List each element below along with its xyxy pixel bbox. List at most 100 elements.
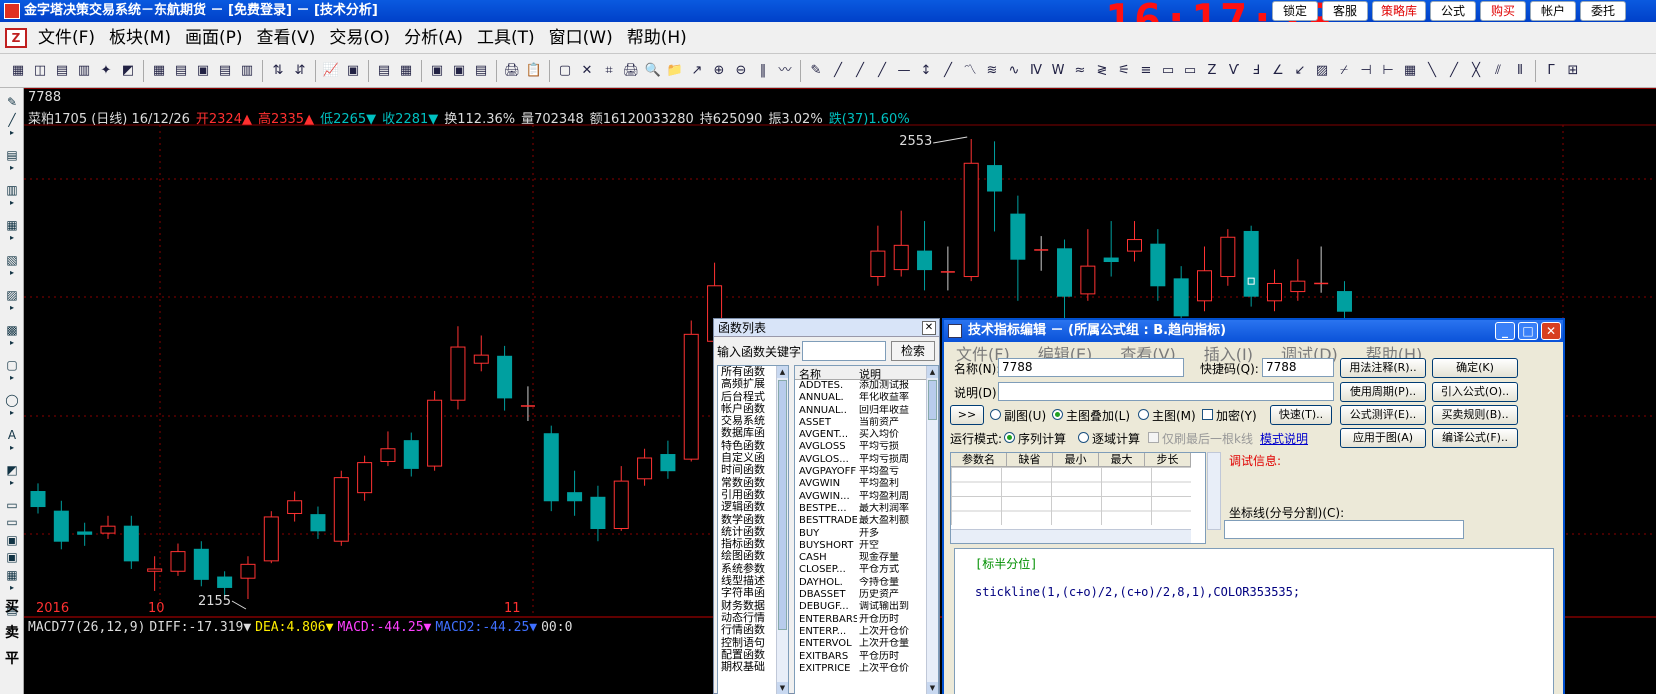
radio-sub-chart[interactable] [990,409,1001,420]
expand-button[interactable]: >> [950,405,984,425]
param-hscrollbar[interactable] [951,529,1191,543]
radio-main-overlay[interactable] [1052,409,1063,420]
function-row[interactable]: AVGWIN 平均盈利 [795,478,938,490]
category-item[interactable]: 配置函数 [718,649,776,661]
toolbar-tool-icon[interactable]: ╱ [850,61,870,81]
toolbar-tool-icon[interactable]: ⌗ [599,61,619,81]
toolbar-tool-icon[interactable]: 〽 [960,61,980,81]
toolbar-tool-icon[interactable]: ∿ [1004,61,1024,81]
formula-code-editor[interactable]: [标半分位] stickline(1,(c+o)/2,(c+o)/2,8,1),… [954,548,1554,694]
toolbar-tool-icon[interactable]: ≈ [1070,61,1090,81]
left-tool-icon[interactable]: ◯ [3,392,21,408]
toolbar-tool-icon[interactable]: ⫽ [1488,61,1508,81]
function-row[interactable]: DAYHOL. 今持仓量 [795,577,938,589]
category-scrollbar[interactable]: ▲ ▼ [776,366,788,694]
toolbar-tool-icon[interactable]: ▣ [343,61,363,81]
radio-series-mode[interactable] [1004,432,1015,443]
function-row[interactable]: ENTERVOL 上次开仓量 [795,638,938,650]
left-tool-icon[interactable]: ▸ [3,409,21,417]
function-row[interactable]: AVGPAYOFF 平均盈亏 [795,466,938,478]
mode-help-link[interactable]: 模式说明 [1260,430,1308,447]
function-row[interactable]: ANNUAL.. 回归年收益 [795,405,938,417]
toolbar-tool-icon[interactable]: Ⅎ [1246,61,1266,81]
toolbar-tool-icon[interactable]: ⚟ [1114,61,1134,81]
category-item[interactable]: 系统参数 [718,563,776,575]
menu-item[interactable]: 工具(T) [477,28,535,48]
scroll-thumb[interactable] [778,380,787,630]
toolbar-tool-icon[interactable]: ▢ [555,61,575,81]
compile-formula-button[interactable]: 编译公式(F).. [1432,428,1518,448]
toolbar-tool-icon[interactable]: ▤ [171,61,191,81]
left-tool-icon[interactable]: ▩ [3,322,21,338]
left-tool-icon[interactable]: ╱ [3,112,21,128]
toolbar-tool-icon[interactable]: 〰 [775,61,795,81]
toolbar-tool-icon[interactable]: Ζ [1202,61,1222,81]
category-item[interactable]: 帐户函数 [718,403,776,415]
minimize-icon[interactable]: _ [1495,322,1515,340]
category-item[interactable]: 引用函数 [718,489,776,501]
scroll-down-icon[interactable]: ▼ [927,682,938,694]
left-tool-icon[interactable]: ▸ [3,304,21,312]
category-item[interactable]: 绘图函数 [718,550,776,562]
left-tool-icon[interactable]: ▸ [3,129,21,137]
left-tool-icon[interactable]: ▥ [3,182,21,198]
toolbar-tool-icon[interactable]: ⇵ [290,61,310,81]
parameter-table[interactable]: 参数名 缺省 最小 最大 步长 [950,452,1206,544]
radio-main-chart[interactable] [1138,409,1149,420]
maximize-icon[interactable]: □ [1518,322,1538,340]
menu-item[interactable]: 交易(O) [329,28,390,48]
top-button[interactable]: 客服 [1322,1,1368,21]
left-tool-icon[interactable]: ▸ [3,479,21,487]
scroll-down-icon[interactable]: ▼ [777,682,788,694]
import-formula-button[interactable]: 引入公式(O).. [1432,382,1518,402]
top-button[interactable]: 公式 [1430,1,1477,21]
function-row[interactable]: CLOSEP... 平仓方式 [795,564,938,576]
ok-button[interactable]: 确定(K) [1432,358,1518,378]
top-button[interactable]: 帐户 [1530,1,1577,21]
left-tool-icon[interactable]: ▧ [3,252,21,268]
toolbar-tool-icon[interactable]: ╱ [938,61,958,81]
function-row[interactable]: AVGWIN... 平均盈利周 [795,491,938,503]
function-row[interactable]: EXITBARS 平仓历时 [795,651,938,663]
evaluate-formula-button[interactable]: 公式测评(E).. [1340,405,1426,425]
function-row[interactable]: BESTPE... 最大利润率 [795,503,938,515]
menu-item[interactable]: 画面(P) [185,28,243,48]
category-list[interactable]: 所有函数 高频扩展 后台程式 帐户函数 交易系统 数据库函 特色函数 自定义函 时间函数 常数函数… [717,365,789,694]
toolbar-tool-icon[interactable]: ⇅ [268,61,288,81]
search-input[interactable] [802,341,886,361]
top-button[interactable]: 策略库 [1372,1,1427,21]
toolbar-tool-icon[interactable]: ⊣ [1356,61,1376,81]
toolbar-tool-icon[interactable]: Ѵ [1224,61,1244,81]
toolbar-tool-icon[interactable]: ╱ [828,61,848,81]
menu-item[interactable]: 帮助(H) [627,28,687,48]
toolbar-tool-icon[interactable]: ↗ [687,61,707,81]
scroll-up-icon[interactable]: ▲ [927,366,938,378]
category-item[interactable]: 特色函数 [718,440,776,452]
toolbar-tool-icon[interactable]: ≡ [1136,61,1156,81]
toolbar-tool-icon[interactable]: ↕ [916,61,936,81]
toolbar-tool-icon[interactable]: ▨ [1312,61,1332,81]
toolbar-tool-icon[interactable]: 📈 [321,61,341,81]
toolbar-tool-icon[interactable]: ⊞ [1563,61,1583,81]
left-tool-icon[interactable]: ▦ [3,567,21,583]
toolbar-tool-icon[interactable]: ▣ [193,61,213,81]
toolbar-tool-icon[interactable]: ✕ [577,61,597,81]
left-tool-icon[interactable]: ▸ [3,164,21,172]
search-button[interactable]: 检索 [891,341,935,361]
toolbar-tool-icon[interactable]: ▥ [74,61,94,81]
function-row[interactable]: DEBUGF... 调试输出到 [795,601,938,613]
function-row[interactable]: ENTERP... 上次开仓价 [795,626,938,638]
menu-item[interactable]: 文件(F) [38,28,95,48]
category-item[interactable]: 期权基础 [718,661,776,673]
function-row[interactable]: DBASSET 历史资产 [795,589,938,601]
function-row[interactable]: BESTTRADE 最大盈利额 [795,515,938,527]
category-item[interactable]: 逻辑函数 [718,501,776,513]
toolbar-tool-icon[interactable]: ◩ [118,61,138,81]
left-tool-icon[interactable]: ▸ [3,584,21,592]
toolbar-tool-icon[interactable]: ╳ [1466,61,1486,81]
close-icon[interactable]: ✕ [1541,322,1561,340]
function-row[interactable]: BUYSHORT 开空 [795,540,938,552]
usage-period-button[interactable]: 使用周期(P).. [1340,382,1426,402]
category-item[interactable]: 高频扩展 [718,378,776,390]
left-tool-icon[interactable]: ▭ [3,514,21,530]
